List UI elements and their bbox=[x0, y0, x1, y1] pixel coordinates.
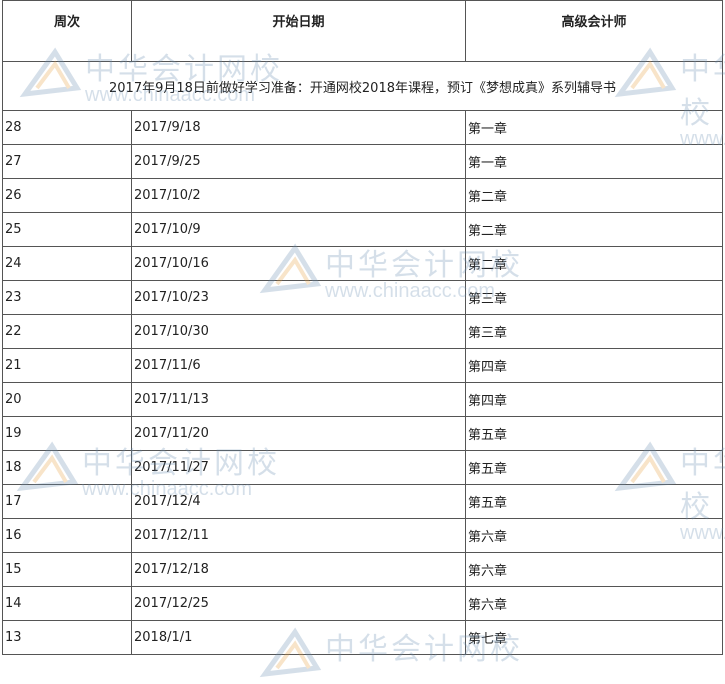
table-row: 28 2017/9/18 第一章 bbox=[2, 110, 723, 145]
header-start-date: 开始日期 bbox=[131, 0, 466, 62]
week-cell: 17 bbox=[2, 484, 132, 519]
week-cell: 21 bbox=[2, 348, 132, 383]
week-cell: 16 bbox=[2, 518, 132, 553]
header-senior-accountant: 高级会计师 bbox=[465, 0, 723, 62]
start-date-cell: 2017/11/27 bbox=[131, 450, 466, 485]
notice-row: 2017年9月18日前做好学习准备：开通网校2018年课程，预订《梦想成真》系列… bbox=[2, 61, 723, 111]
table-row: 21 2017/11/6 第四章 bbox=[2, 348, 723, 383]
week-cell: 19 bbox=[2, 416, 132, 451]
week-cell: 20 bbox=[2, 382, 132, 417]
chapter-cell: 第六章 bbox=[465, 586, 723, 621]
start-date-cell: 2018/1/1 bbox=[131, 620, 466, 655]
table-row: 18 2017/11/27 第五章 bbox=[2, 450, 723, 485]
start-date-cell: 2017/11/20 bbox=[131, 416, 466, 451]
table-row: 20 2017/11/13 第四章 bbox=[2, 382, 723, 417]
study-schedule-table: 周次 开始日期 高级会计师 2017年9月18日前做好学习准备：开通网校2018… bbox=[2, 0, 723, 655]
table-row: 22 2017/10/30 第三章 bbox=[2, 314, 723, 349]
table-row: 24 2017/10/16 第二章 bbox=[2, 246, 723, 281]
week-cell: 24 bbox=[2, 246, 132, 281]
table-row: 15 2017/12/18 第六章 bbox=[2, 552, 723, 587]
chapter-cell: 第一章 bbox=[465, 110, 723, 145]
week-cell: 25 bbox=[2, 212, 132, 247]
week-cell: 26 bbox=[2, 178, 132, 213]
table-row: 27 2017/9/25 第一章 bbox=[2, 144, 723, 179]
table-row: 26 2017/10/2 第二章 bbox=[2, 178, 723, 213]
header-week: 周次 bbox=[2, 0, 132, 62]
table-row: 16 2017/12/11 第六章 bbox=[2, 518, 723, 553]
start-date-cell: 2017/10/16 bbox=[131, 246, 466, 281]
week-cell: 22 bbox=[2, 314, 132, 349]
chapter-cell: 第三章 bbox=[465, 280, 723, 315]
schedule-table-container: 周次 开始日期 高级会计师 2017年9月18日前做好学习准备：开通网校2018… bbox=[2, 0, 723, 655]
chapter-cell: 第五章 bbox=[465, 416, 723, 451]
week-cell: 13 bbox=[2, 620, 132, 655]
chapter-cell: 第五章 bbox=[465, 450, 723, 485]
week-cell: 14 bbox=[2, 586, 132, 621]
start-date-cell: 2017/11/6 bbox=[131, 348, 466, 383]
table-row: 13 2018/1/1 第七章 bbox=[2, 620, 723, 655]
header-row: 周次 开始日期 高级会计师 bbox=[2, 0, 723, 62]
start-date-cell: 2017/12/11 bbox=[131, 518, 466, 553]
preparation-notice: 2017年9月18日前做好学习准备：开通网校2018年课程，预订《梦想成真》系列… bbox=[2, 61, 723, 111]
week-cell: 23 bbox=[2, 280, 132, 315]
chapter-cell: 第六章 bbox=[465, 552, 723, 587]
start-date-cell: 2017/9/18 bbox=[131, 110, 466, 145]
chapter-cell: 第一章 bbox=[465, 144, 723, 179]
chapter-cell: 第二章 bbox=[465, 246, 723, 281]
table-row: 23 2017/10/23 第三章 bbox=[2, 280, 723, 315]
chapter-cell: 第四章 bbox=[465, 348, 723, 383]
chapter-cell: 第四章 bbox=[465, 382, 723, 417]
start-date-cell: 2017/12/18 bbox=[131, 552, 466, 587]
start-date-cell: 2017/9/25 bbox=[131, 144, 466, 179]
chapter-cell: 第六章 bbox=[465, 518, 723, 553]
week-cell: 15 bbox=[2, 552, 132, 587]
chapter-cell: 第二章 bbox=[465, 178, 723, 213]
chapter-cell: 第五章 bbox=[465, 484, 723, 519]
table-row: 14 2017/12/25 第六章 bbox=[2, 586, 723, 621]
table-row: 25 2017/10/9 第二章 bbox=[2, 212, 723, 247]
start-date-cell: 2017/10/30 bbox=[131, 314, 466, 349]
week-cell: 18 bbox=[2, 450, 132, 485]
start-date-cell: 2017/10/9 bbox=[131, 212, 466, 247]
chapter-cell: 第七章 bbox=[465, 620, 723, 655]
week-cell: 28 bbox=[2, 110, 132, 145]
start-date-cell: 2017/10/2 bbox=[131, 178, 466, 213]
chapter-cell: 第三章 bbox=[465, 314, 723, 349]
table-row: 17 2017/12/4 第五章 bbox=[2, 484, 723, 519]
start-date-cell: 2017/12/25 bbox=[131, 586, 466, 621]
chapter-cell: 第二章 bbox=[465, 212, 723, 247]
start-date-cell: 2017/10/23 bbox=[131, 280, 466, 315]
start-date-cell: 2017/11/13 bbox=[131, 382, 466, 417]
start-date-cell: 2017/12/4 bbox=[131, 484, 466, 519]
table-row: 19 2017/11/20 第五章 bbox=[2, 416, 723, 451]
week-cell: 27 bbox=[2, 144, 132, 179]
